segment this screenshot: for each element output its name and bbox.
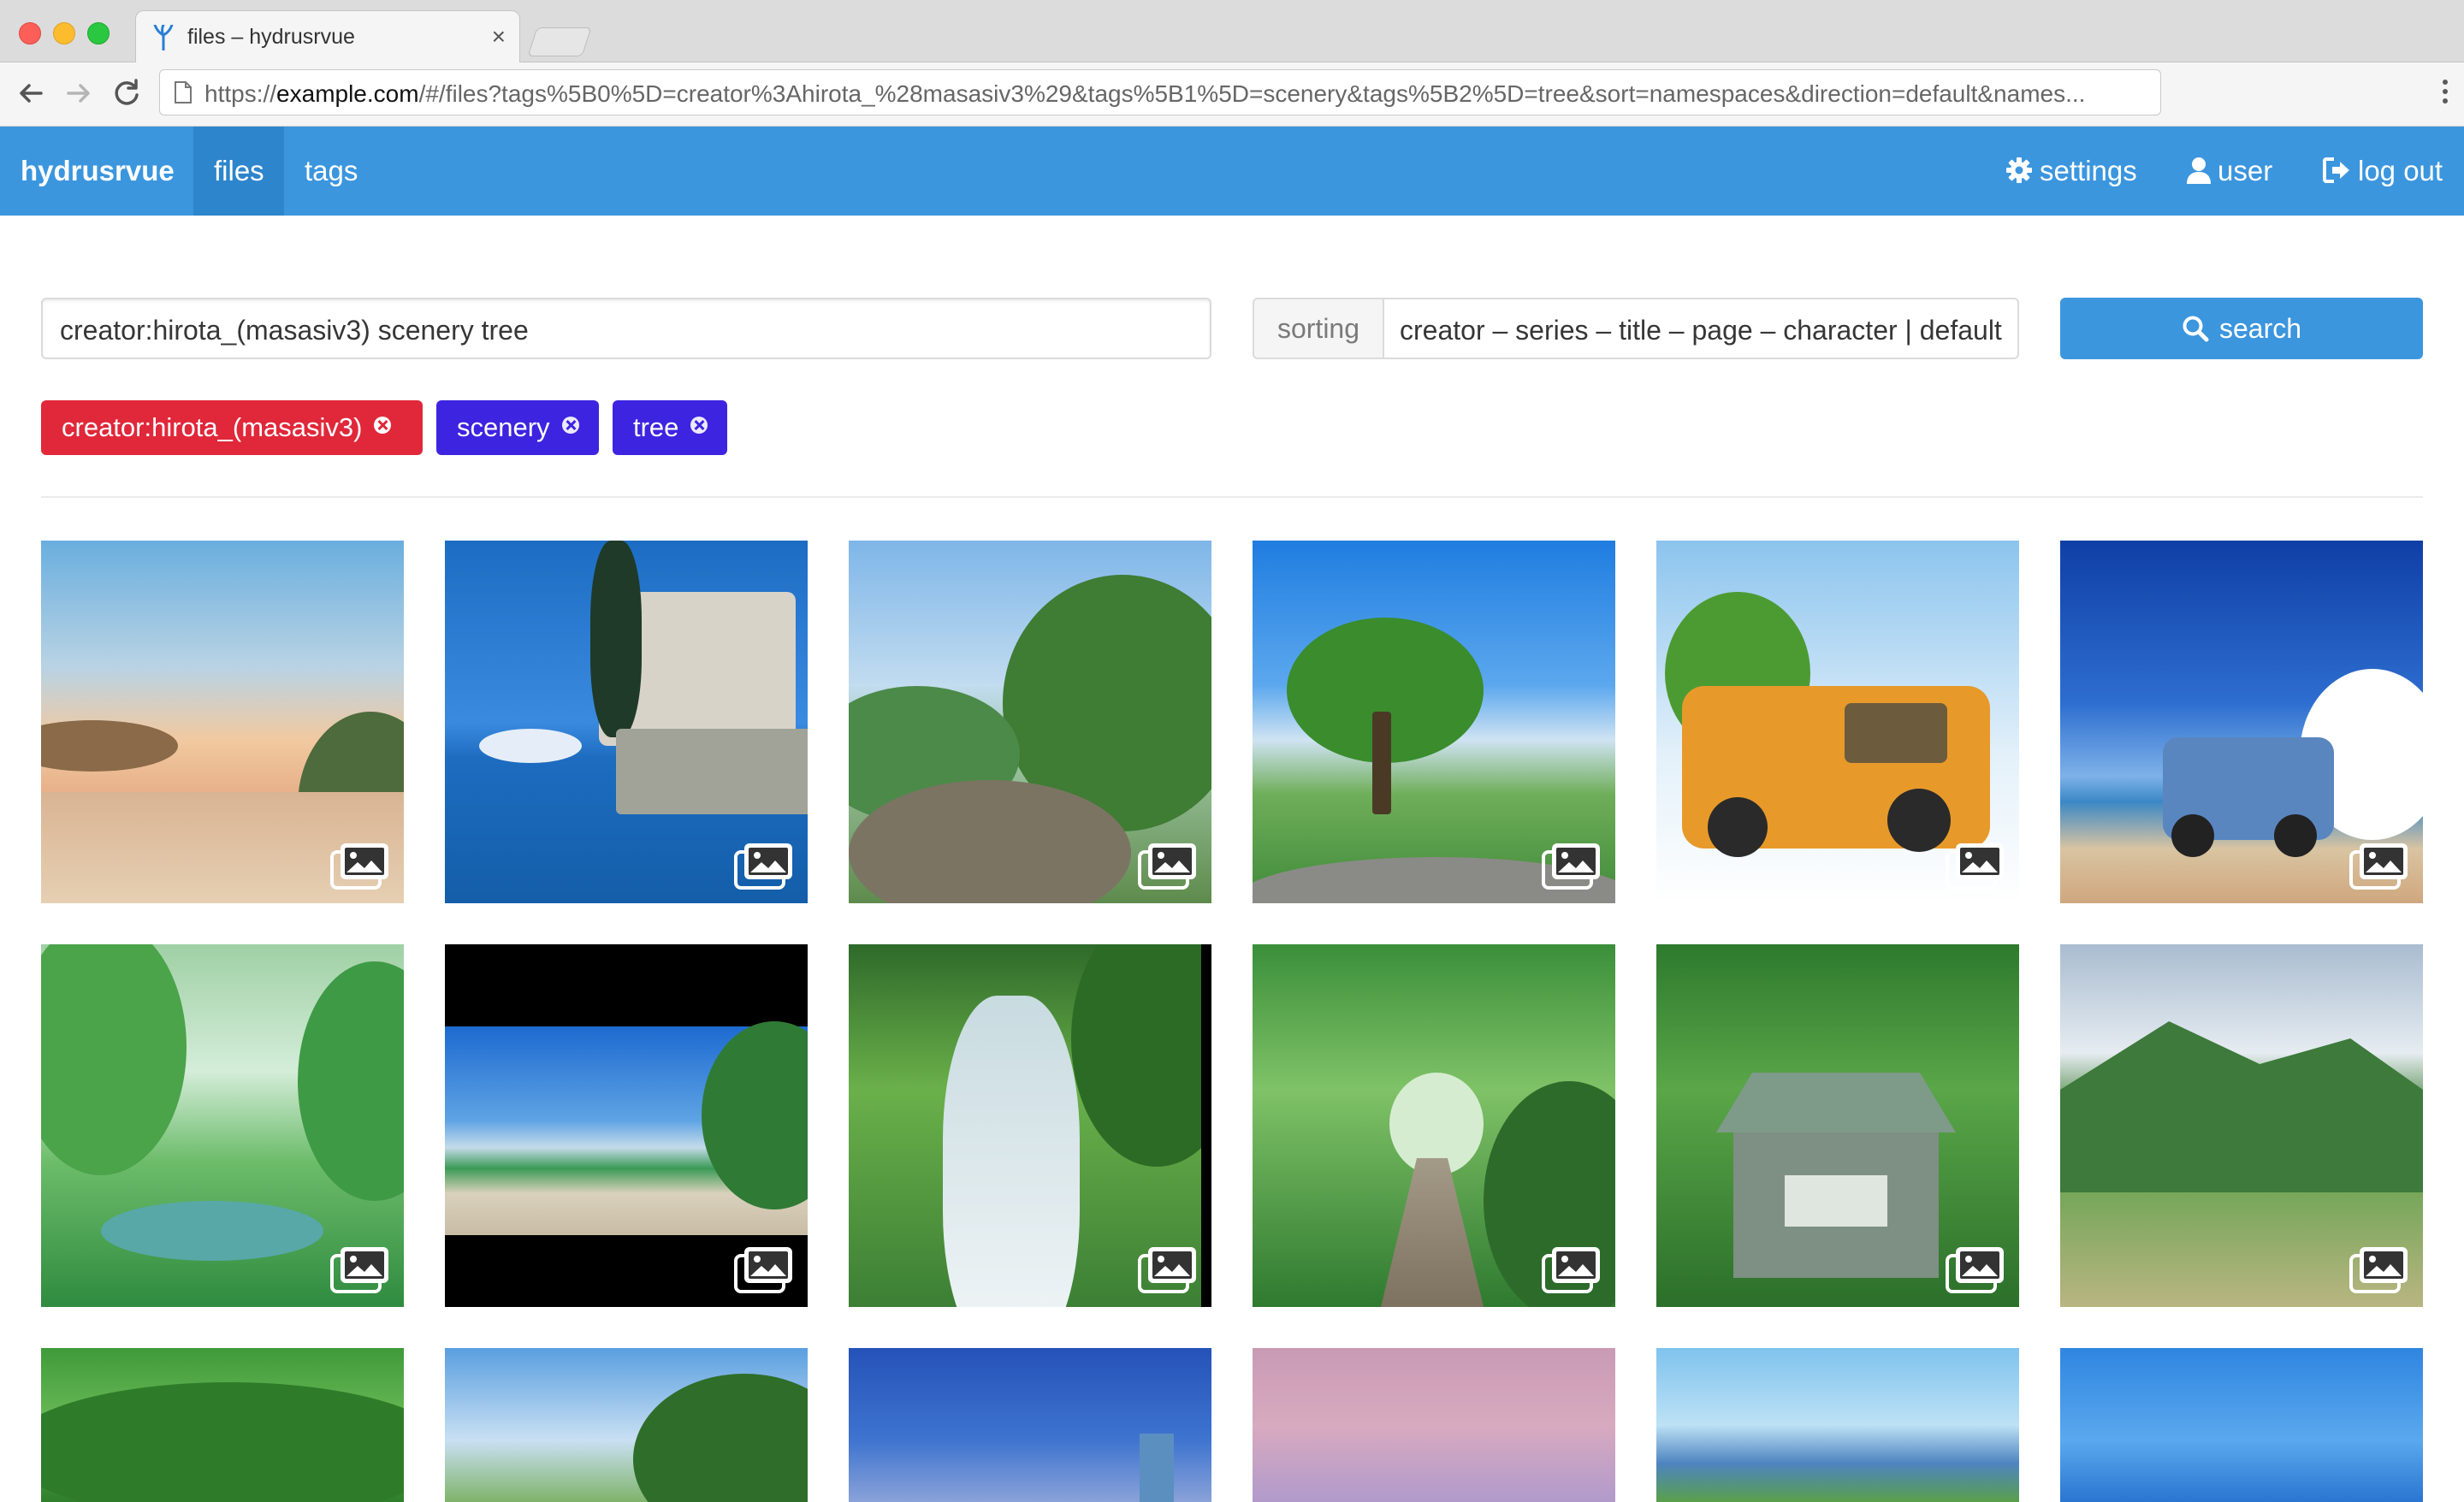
tag-label: tree [633,412,679,442]
image-icon [2349,843,2408,890]
tab-close-icon[interactable]: × [492,23,506,50]
sorting-select[interactable]: creator – series – title – page – charac… [1383,298,2019,359]
file-thumbnail[interactable] [41,1348,404,1502]
file-thumbnail[interactable] [1253,944,1615,1307]
hydrus-logo-icon [153,25,174,50]
new-tab-button[interactable] [527,27,592,56]
nav-user-label: user [2218,155,2273,186]
nav-files[interactable]: files [193,127,284,216]
remove-tag-icon[interactable] [561,417,579,434]
nav-logout-label: log out [2358,155,2443,186]
brand-link[interactable]: hydrusrvue [21,127,175,216]
file-thumbnail[interactable] [1656,1348,2019,1502]
user-icon [2187,157,2211,184]
image-icon [1946,1247,2004,1293]
divider [41,496,2423,498]
gear-icon [2006,157,2032,183]
nav-settings-label: settings [2040,155,2137,186]
file-thumbnail[interactable] [2060,944,2423,1307]
file-thumbnail[interactable] [1253,1348,1615,1502]
search-button[interactable]: search [2060,298,2423,359]
file-thumbnail[interactable] [1253,541,1615,903]
image-icon [330,1247,388,1293]
sign-out-icon [2323,157,2349,183]
url-text: https://example.com/#/files?tags%5B0%5D=… [204,80,2152,108]
url-scheme: https:// [204,80,277,107]
tab-title: files – hydrusrvue [187,25,355,49]
file-thumbnail[interactable] [1656,541,2019,903]
tag-chip[interactable]: scenery [436,400,599,455]
search-button-label: search [2218,313,2302,344]
search-icon [2183,316,2209,342]
file-thumbnail[interactable] [445,1348,808,1502]
app-navbar: hydrusrvue files tags settings user log … [0,127,2464,216]
image-icon [1138,843,1196,890]
browser-tab[interactable]: files – hydrusrvue × [135,10,520,62]
file-thumbnail[interactable] [445,541,808,903]
file-thumbnail[interactable] [2060,1348,2423,1502]
url-path: /#/files?tags%5B0%5D=creator%3Ahirota_%2… [418,80,2086,107]
image-icon [2349,1247,2408,1293]
remove-tag-icon[interactable] [690,417,708,434]
tag-search-input[interactable]: creator:hirota_(masasiv3) scenery tree [41,298,1211,359]
tag-label: scenery [457,412,550,442]
file-thumbnail[interactable] [2060,541,2423,903]
reload-icon[interactable] [110,76,144,110]
tag-label: creator:hirota_(masasiv3) [62,412,363,442]
page-icon [175,81,192,103]
remove-tag-icon[interactable] [374,417,392,434]
image-icon [1138,1247,1196,1293]
forward-arrow-icon[interactable] [62,76,96,110]
file-thumbnail[interactable] [849,944,1211,1307]
address-bar[interactable]: https://example.com/#/files?tags%5B0%5D=… [159,69,2161,115]
zoom-window-button[interactable] [87,22,110,44]
file-thumbnail[interactable] [41,541,404,903]
file-thumbnail[interactable] [849,1348,1211,1502]
file-thumbnail[interactable] [849,541,1211,903]
browser-menu-icon[interactable] [2442,80,2449,109]
browser-toolbar: https://example.com/#/files?tags%5B0%5D=… [0,62,2464,127]
url-host: example.com [276,80,419,107]
file-thumbnail[interactable] [1656,944,2019,1307]
file-thumbnail[interactable] [445,944,808,1307]
nav-settings[interactable]: settings [2005,127,2137,216]
image-icon [1946,843,2004,890]
tag-chip[interactable]: creator:hirota_(masasiv3) [41,400,423,455]
browser-tab-bar: files – hydrusrvue × [0,0,2464,62]
nav-user[interactable]: user [2187,127,2272,216]
file-thumbnail[interactable] [41,944,404,1307]
nav-tags[interactable]: tags [284,127,378,216]
minimize-window-button[interactable] [53,22,75,44]
sorting-label: sorting [1253,298,1384,359]
tag-chip[interactable]: tree [613,400,727,455]
close-window-button[interactable] [19,22,41,44]
image-icon [330,843,388,890]
image-icon [1542,1247,1600,1293]
back-arrow-icon[interactable] [14,76,48,110]
image-icon [734,1247,792,1293]
image-icon [734,843,792,890]
image-icon [1542,843,1600,890]
nav-logout[interactable]: log out [2322,127,2443,216]
